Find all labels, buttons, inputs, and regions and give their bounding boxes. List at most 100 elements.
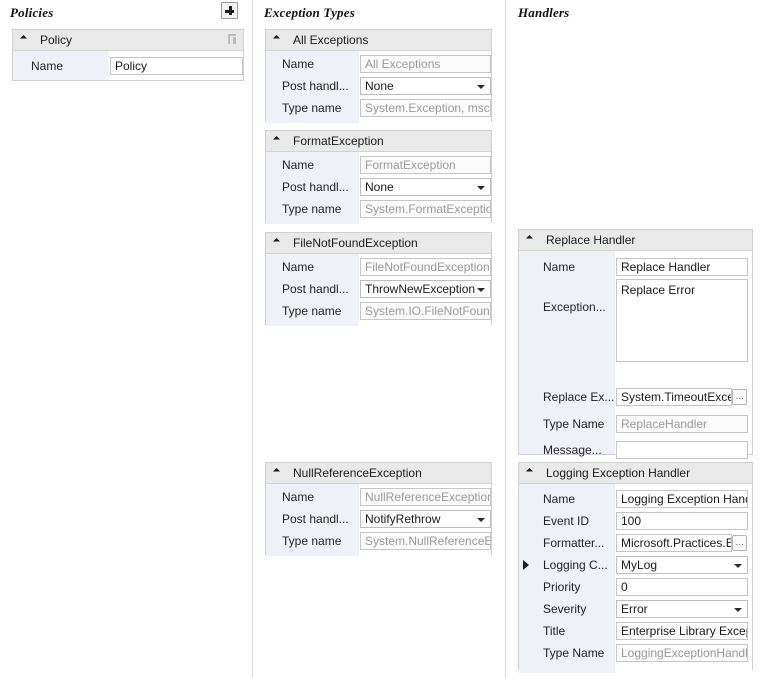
exception-type-name-label: Type name [282, 534, 342, 548]
exception-type-name-label: Type name [282, 304, 342, 318]
replace-name-input[interactable]: Replace Handler [616, 258, 748, 276]
logging-name-label: Name [543, 492, 576, 506]
chevron-expanded-icon[interactable] [272, 34, 281, 43]
policy-card-title: Policy [40, 33, 73, 47]
exception-card-title: NullReferenceException [293, 466, 422, 480]
handler-card-body: Name Logging Exception Hand Event ID 100… [519, 484, 752, 673]
exception-type-name-input[interactable]: System.FormatException [360, 200, 491, 218]
exception-name-input[interactable]: FileNotFoundException [360, 258, 491, 276]
delete-icon[interactable] [227, 34, 238, 46]
chevron-down-icon[interactable] [477, 85, 485, 89]
replace-exception-type-row: Replace Ex... System.TimeoutExcep … [519, 386, 752, 408]
policy-name-input[interactable]: Policy [110, 57, 243, 75]
logging-severity-label: Severity [543, 602, 587, 616]
chevron-down-icon[interactable] [477, 288, 485, 292]
exception-card-all-exceptions: All Exceptions Name All Exceptions Post … [265, 29, 492, 123]
chevron-down-icon[interactable] [477, 186, 485, 190]
exception-name-label: Name [282, 57, 315, 71]
column-divider-policies-exceptions[interactable] [252, 0, 253, 678]
policies-column: Policies Policy Name Policy [0, 0, 252, 678]
replace-message-label-1: Message... [543, 443, 602, 457]
logging-formatter-input[interactable]: Microsoft.Practices.En [616, 534, 732, 552]
exception-post-handling-select[interactable]: ThrowNewException [360, 280, 491, 298]
add-policy-button[interactable] [221, 2, 238, 19]
delete-icon-part [228, 36, 230, 44]
exception-card-header[interactable]: FormatException [266, 131, 491, 152]
exception-type-name-label: Type name [282, 202, 342, 216]
replace-exception-message-textarea[interactable]: Replace Error [616, 279, 748, 362]
logging-event-id-input[interactable]: 100 [616, 512, 748, 530]
chevron-right-icon[interactable] [523, 560, 529, 570]
handler-card-header[interactable]: Logging Exception Handler [519, 463, 752, 484]
handler-card-header[interactable]: Replace Handler [519, 230, 752, 251]
handler-card-logging-exception-handler: Logging Exception Handler Name Logging E… [518, 462, 753, 673]
chevron-expanded-icon[interactable] [525, 234, 534, 243]
logging-title-input[interactable]: Enterprise Library Excep [616, 622, 748, 640]
exception-card-body: Name FormatException Post handl... None … [266, 152, 491, 224]
logging-category-select[interactable]: MyLog [616, 556, 748, 574]
handlers-column-title: Handlers [518, 5, 570, 20]
logging-category-label: Logging C... [543, 558, 608, 572]
logging-event-id-row: Event ID 100 [519, 510, 752, 532]
chevron-expanded-icon[interactable] [272, 237, 281, 246]
exception-post-handling-label: Post handl... [282, 180, 349, 194]
exception-card-header[interactable]: NullReferenceException [266, 463, 491, 484]
chevron-expanded-icon[interactable] [525, 467, 534, 476]
exception-card-null-reference-exception: NullReferenceException Name NullReferenc… [265, 462, 492, 556]
replace-message-input-1[interactable] [616, 441, 748, 459]
exception-name-row: Name All Exceptions [266, 53, 491, 75]
exception-type-name-input[interactable]: System.NullReferenceEx [360, 532, 491, 550]
exception-card-body: Name FileNotFoundException Post handl...… [266, 254, 491, 326]
policies-column-title: Policies [10, 5, 54, 20]
logging-severity-select[interactable]: Error [616, 600, 748, 618]
policy-card-header[interactable]: Policy [13, 30, 243, 51]
exception-types-column: Exception Types All Exceptions Name All … [254, 0, 505, 678]
exception-name-input[interactable]: FormatException [360, 156, 491, 174]
replace-exception-message-label: Exception... [543, 300, 606, 314]
exception-post-handling-label: Post handl... [282, 79, 349, 93]
logging-priority-input[interactable]: 0 [616, 578, 748, 596]
replace-exception-type-browse-button[interactable]: … [732, 389, 747, 405]
exception-card-file-not-found-exception: FileNotFoundException Name FileNotFoundE… [265, 232, 492, 326]
exception-name-input[interactable]: NullReferenceException [360, 488, 491, 506]
chevron-down-icon[interactable] [734, 608, 742, 612]
exception-post-handling-select[interactable]: None [360, 178, 491, 196]
logging-type-name-input[interactable]: LoggingExceptionHandl [616, 644, 748, 662]
logging-severity-row: Severity Error [519, 598, 752, 620]
chevron-expanded-icon[interactable] [19, 34, 28, 43]
exception-type-name-row: Type name System.FormatException [266, 198, 491, 220]
exception-card-header[interactable]: FileNotFoundException [266, 233, 491, 254]
replace-type-name-input[interactable]: ReplaceHandler [616, 415, 748, 433]
chevron-down-icon[interactable] [734, 564, 742, 568]
exception-type-name-label: Type name [282, 101, 342, 115]
exception-name-row: Name FileNotFoundException [266, 256, 491, 278]
column-divider-exceptions-handlers[interactable] [505, 0, 506, 678]
chevron-down-icon[interactable] [477, 518, 485, 522]
exception-card-body: Name NullReferenceException Post handl..… [266, 484, 491, 556]
handler-card-body: Name Replace Handler Exception... Replac… [519, 251, 752, 485]
logging-formatter-row: Formatter... Microsoft.Practices.En … [519, 532, 752, 554]
chevron-expanded-icon[interactable] [272, 467, 281, 476]
logging-priority-row: Priority 0 [519, 576, 752, 598]
exception-post-handling-row: Post handl... ThrowNewException [266, 278, 491, 300]
chevron-expanded-icon[interactable] [272, 135, 281, 144]
policy-name-label: Name [31, 59, 64, 73]
exception-post-handling-select[interactable]: NotifyRethrow [360, 510, 491, 528]
logging-title-label: Title [543, 624, 566, 638]
policy-card-body: Name Policy [13, 51, 243, 80]
replace-name-row: Name Replace Handler [519, 256, 752, 278]
exception-card-header[interactable]: All Exceptions [266, 30, 491, 51]
replace-exception-type-input[interactable]: System.TimeoutExcep [616, 388, 732, 406]
logging-priority-label: Priority [543, 580, 581, 594]
exception-type-name-input[interactable]: System.Exception, mscor [360, 99, 491, 117]
exception-type-name-input[interactable]: System.IO.FileNotFound [360, 302, 491, 320]
handler-card-replace-handler: Replace Handler Name Replace Handler Exc… [518, 229, 753, 485]
exception-name-label: Name [282, 158, 315, 172]
exception-post-handling-select[interactable]: None [360, 77, 491, 95]
replace-message-row-1: Message... [519, 439, 752, 461]
plus-icon-horizontal [225, 10, 234, 13]
exception-name-input[interactable]: All Exceptions [360, 55, 491, 73]
logging-name-input[interactable]: Logging Exception Hand [616, 490, 748, 508]
logging-formatter-browse-button[interactable]: … [732, 535, 747, 551]
logging-name-row: Name Logging Exception Hand [519, 488, 752, 510]
